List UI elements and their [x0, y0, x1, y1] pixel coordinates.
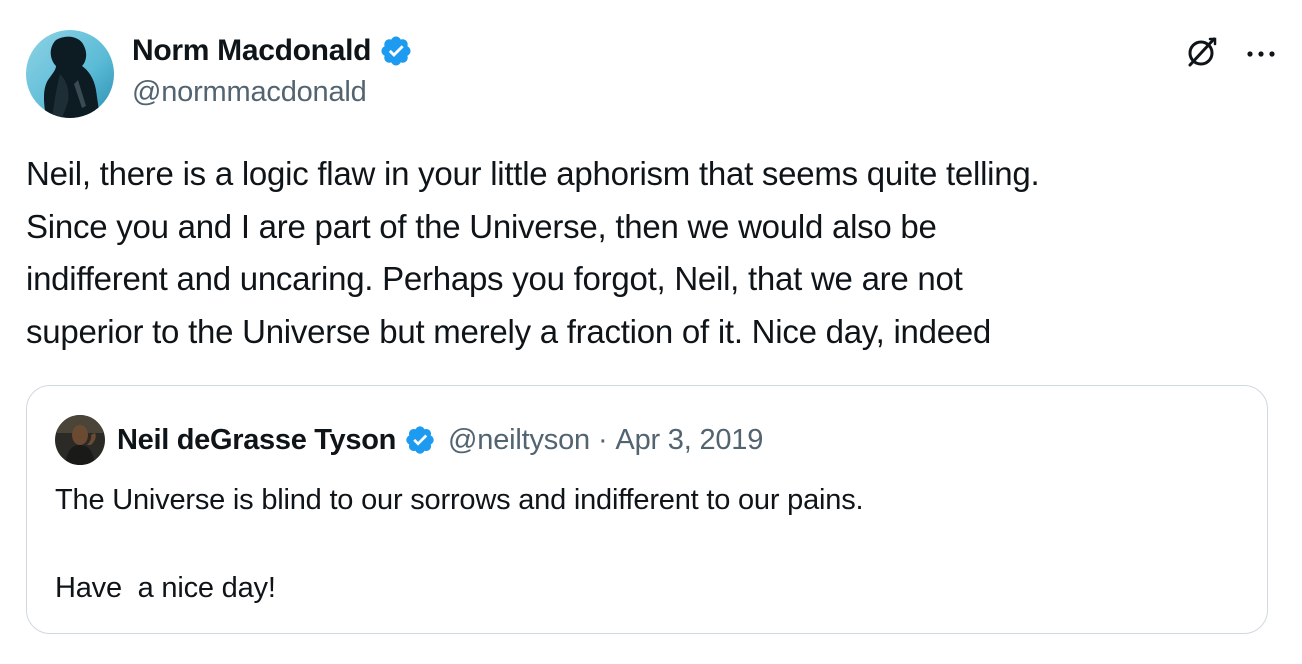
author-handle[interactable]: @normmacdonald	[132, 76, 413, 109]
tweet-text: Neil, there is a logic flaw in your litt…	[26, 155, 1040, 350]
quoted-author-display-name[interactable]: Neil deGrasse Tyson	[117, 424, 396, 457]
author-info: Norm Macdonald @normmacdonald	[132, 32, 413, 109]
author-display-name[interactable]: Norm Macdonald	[132, 34, 371, 68]
dot-separator: ·	[597, 423, 608, 456]
more-horizontal-icon[interactable]	[1246, 46, 1276, 64]
author-name-row: Norm Macdonald	[132, 32, 413, 70]
tweet-card: Norm Macdonald @normmacdonald Neil, ther…	[0, 0, 1302, 664]
quoted-avatar-image	[55, 415, 105, 465]
quoted-author-handle[interactable]: @neiltyson	[448, 424, 590, 457]
quoted-tweet-date[interactable]: Apr 3, 2019	[615, 424, 763, 457]
quoted-tweet-text: The Universe is blind to our sorrows and…	[55, 484, 864, 604]
grok-icon[interactable]	[1184, 34, 1220, 75]
author-avatar[interactable]	[26, 30, 114, 118]
quoted-author-avatar[interactable]	[55, 415, 105, 465]
tweet-header-actions	[1184, 34, 1276, 75]
tweet-header: Norm Macdonald @normmacdonald	[26, 30, 1276, 118]
avatar-silhouette-image	[26, 30, 114, 118]
quoted-tweet[interactable]: Neil deGrasse Tyson @neiltyson · Apr 3, …	[26, 385, 1268, 634]
verified-badge-icon[interactable]	[379, 34, 413, 68]
quoted-tweet-header: Neil deGrasse Tyson @neiltyson · Apr 3, …	[55, 414, 763, 466]
quoted-verified-badge-icon[interactable]	[404, 424, 436, 456]
